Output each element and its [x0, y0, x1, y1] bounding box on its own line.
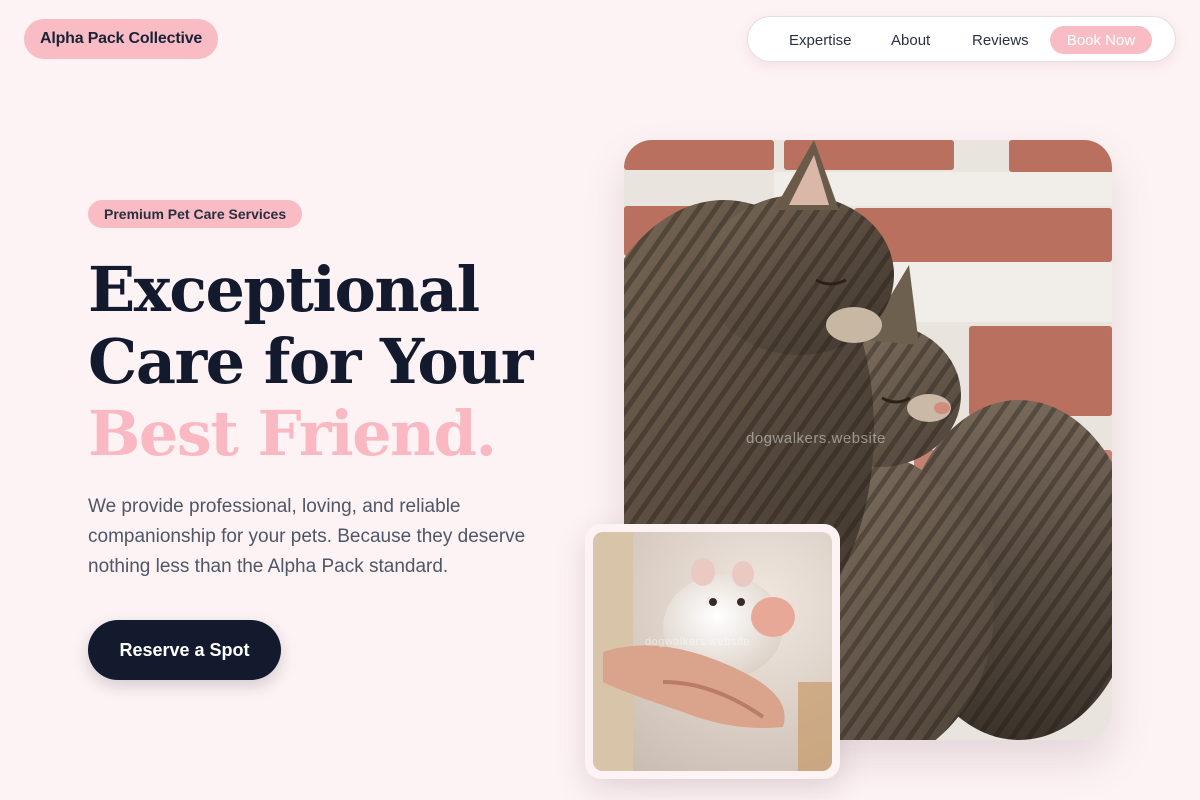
reserve-spot-button[interactable]: Reserve a Spot: [88, 620, 281, 680]
headline-line-1: Exceptional: [88, 253, 480, 326]
hamster-photo-card: dogwalkers.website: [585, 524, 840, 779]
hamster-photo: dogwalkers.website: [593, 532, 832, 771]
service-badge: Premium Pet Care Services: [88, 200, 303, 228]
cats-photo-watermark: dogwalkers.website: [746, 430, 886, 447]
hamster-photo-watermark: dogwalkers.website: [645, 636, 750, 648]
nav-link-expertise[interactable]: Expertise: [789, 17, 852, 63]
brand-logo[interactable]: Alpha Pack Collective: [24, 19, 219, 59]
hero-headline: Exceptional Care for Your Best Friend.: [88, 254, 588, 470]
headline-line-2: Care for Your: [88, 325, 533, 398]
headline-accent: Best Friend.: [88, 397, 497, 470]
nav-link-reviews[interactable]: Reviews: [972, 17, 1029, 63]
hero-description: We provide professional, loving, and rel…: [88, 496, 526, 577]
book-now-button[interactable]: Book Now: [1050, 26, 1152, 54]
hamster-photo-illustration: [593, 532, 832, 771]
nav-link-about[interactable]: About: [891, 17, 930, 63]
landing-page: Alpha Pack Collective Expertise About Re…: [0, 0, 1200, 800]
main-nav: Expertise About Reviews Book Now: [747, 16, 1176, 62]
